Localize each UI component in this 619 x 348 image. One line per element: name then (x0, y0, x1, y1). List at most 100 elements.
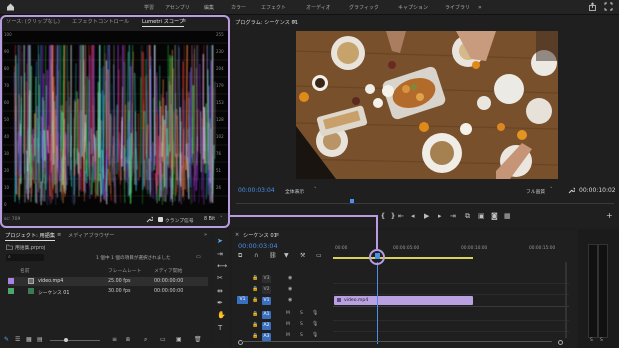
sort-icon[interactable]: ≡ (112, 336, 117, 344)
project-search-field[interactable]: ⌕ (6, 254, 44, 261)
track-label-a2[interactable]: A2 (262, 322, 271, 330)
add-marker-icon[interactable]: ▼ (284, 252, 289, 260)
track-lock-icon[interactable]: 🔒 (252, 311, 258, 317)
magnet-icon[interactable]: ∩ (254, 252, 258, 260)
column-framerate[interactable]: フレームレート (108, 267, 141, 274)
column-media-start[interactable]: メディア開始 (154, 267, 182, 274)
source-patch-v1[interactable]: V1 (237, 296, 248, 304)
program-title[interactable]: プログラム: シーケンス 01 (235, 19, 298, 26)
timeline-tab[interactable]: シーケンス 01 (243, 232, 277, 239)
camera-icon[interactable]: ◙ (491, 212, 498, 220)
ripple-edit-tool-icon[interactable]: ⟷ (217, 262, 227, 270)
track-lock-icon[interactable]: 🔒 (252, 286, 258, 292)
track-label-a1[interactable]: A1 (262, 311, 271, 319)
freeform-view-icon[interactable]: ▤ (37, 336, 43, 344)
new-folder-icon[interactable]: ▭ (160, 336, 166, 344)
eye-icon[interactable]: ◉ (288, 297, 292, 303)
wrench-icon[interactable] (568, 187, 576, 196)
mute-button[interactable]: M (286, 311, 290, 316)
menu-effects[interactable]: エフェクト (261, 4, 286, 11)
menu-assembly[interactable]: アセンブリ (165, 4, 190, 11)
share-icon[interactable] (588, 2, 597, 13)
column-name[interactable]: 名前 (20, 267, 30, 274)
play-icon[interactable]: ▶ (424, 212, 429, 220)
step-back-icon[interactable]: ◂ (411, 212, 415, 220)
work-area-bar[interactable] (333, 257, 473, 259)
close-icon[interactable]: × (235, 232, 239, 238)
project-item-row[interactable]: video.mp4 25.00 fps 00:00:00:00 (8, 277, 208, 286)
mark-in-icon[interactable]: ❴ (380, 212, 386, 220)
home-icon[interactable] (6, 2, 15, 11)
compare-icon[interactable]: ▦ (504, 212, 511, 220)
quality-select[interactable]: フル画質 (526, 188, 545, 195)
linked-selection-icon[interactable]: ⛓ (269, 252, 277, 260)
fullscreen-icon[interactable] (604, 2, 613, 13)
vertical-scroll-handle[interactable] (565, 262, 567, 338)
menu-more-icon[interactable]: » (478, 4, 482, 11)
panel-menu-icon[interactable]: ≡ (275, 232, 279, 238)
tab-media-browser[interactable]: メディアブラウザー (68, 232, 114, 239)
microphone-icon[interactable]: 🎙 (312, 321, 318, 327)
timeline-timecode[interactable]: 00:00:03:04 (238, 242, 278, 250)
zoom-select[interactable]: 全体表示 (285, 188, 304, 195)
mute-button[interactable]: M (286, 322, 290, 327)
panel-menu-icon[interactable]: ≡ (292, 19, 296, 25)
go-to-out-icon[interactable]: ⇥ (450, 212, 456, 220)
wrench-icon[interactable]: ⚒ (300, 252, 305, 260)
mute-button[interactable]: M (286, 333, 290, 338)
microphone-icon[interactable]: 🎙 (312, 310, 318, 316)
timeline-playhead-line[interactable] (377, 262, 378, 344)
track-lock-icon[interactable]: 🔒 (252, 297, 258, 303)
solo-button[interactable]: S (600, 338, 603, 343)
track-label-v1[interactable]: V1 (262, 297, 271, 305)
zoom-slider[interactable] (50, 338, 100, 342)
track-label-v3[interactable]: V3 (262, 275, 271, 283)
solo-button[interactable]: S (300, 333, 303, 338)
timeline-clip[interactable]: video.mp4 (334, 296, 473, 305)
program-timecode[interactable]: 00:00:03:04 (238, 187, 275, 194)
pencil-icon[interactable]: ✎ (4, 336, 9, 344)
track-lock-icon[interactable]: 🔒 (252, 322, 258, 328)
track-lock-icon[interactable]: 🔒 (252, 275, 258, 281)
automate-icon[interactable]: ⧈ (126, 336, 130, 344)
new-bin-icon[interactable]: ▭ (196, 254, 201, 260)
eye-icon[interactable]: ◉ (288, 275, 292, 281)
pen-tool-icon[interactable]: ✒ (217, 299, 223, 307)
project-item-row[interactable]: シーケンス 01 30.00 fps 00:00:00:00 (8, 287, 208, 296)
timeline-scrollbar[interactable] (236, 339, 566, 345)
eye-icon[interactable]: ◉ (288, 286, 292, 292)
playhead-marker[interactable] (350, 199, 354, 203)
nest-icon[interactable]: ⧉ (238, 252, 242, 260)
insert-icon[interactable]: ⧉ (465, 212, 470, 220)
track-select-tool-icon[interactable]: ⇥ (217, 250, 223, 258)
menu-libraries[interactable]: ライブラリ (445, 4, 470, 11)
icon-view-icon[interactable]: ▦ (26, 336, 32, 344)
menu-color[interactable]: カラー (231, 4, 246, 11)
microphone-icon[interactable]: 🎙 (312, 332, 318, 338)
program-scrub-bar[interactable] (236, 199, 614, 205)
menu-captions[interactable]: キャプション (398, 4, 428, 11)
solo-button[interactable]: S (300, 322, 303, 327)
timeline-playhead-head[interactable] (375, 253, 380, 259)
solo-button[interactable]: S (590, 338, 593, 343)
razor-tool-icon[interactable]: ✂ (217, 274, 223, 282)
selection-tool-icon[interactable]: ➤ (217, 237, 223, 245)
caption-icon[interactable]: ▭ (316, 252, 322, 260)
find-icon[interactable]: ⌕ (144, 336, 147, 344)
chevron-down-icon[interactable]: ˅ (314, 187, 317, 193)
menu-learn[interactable]: 学習 (144, 4, 154, 11)
go-to-in-icon[interactable]: ⇤ (398, 212, 404, 220)
slip-tool-icon[interactable]: ⇹ (217, 287, 223, 295)
mark-out-icon[interactable]: ❵ (390, 212, 396, 220)
chevron-down-icon[interactable]: ˅ (550, 187, 553, 193)
step-forward-icon[interactable]: ▸ (438, 212, 442, 220)
type-tool-icon[interactable]: T (218, 324, 222, 332)
hand-tool-icon[interactable]: ✋ (217, 311, 226, 319)
menu-edit[interactable]: 編集 (204, 4, 214, 11)
trash-icon[interactable]: 🗑 (194, 336, 202, 344)
solo-button[interactable]: S (300, 311, 303, 316)
more-panels-icon[interactable]: » (204, 232, 207, 238)
menu-audio[interactable]: オーディオ (306, 4, 331, 11)
track-label-v2[interactable]: V2 (262, 286, 271, 294)
menu-graphics[interactable]: グラフィック (349, 4, 379, 11)
